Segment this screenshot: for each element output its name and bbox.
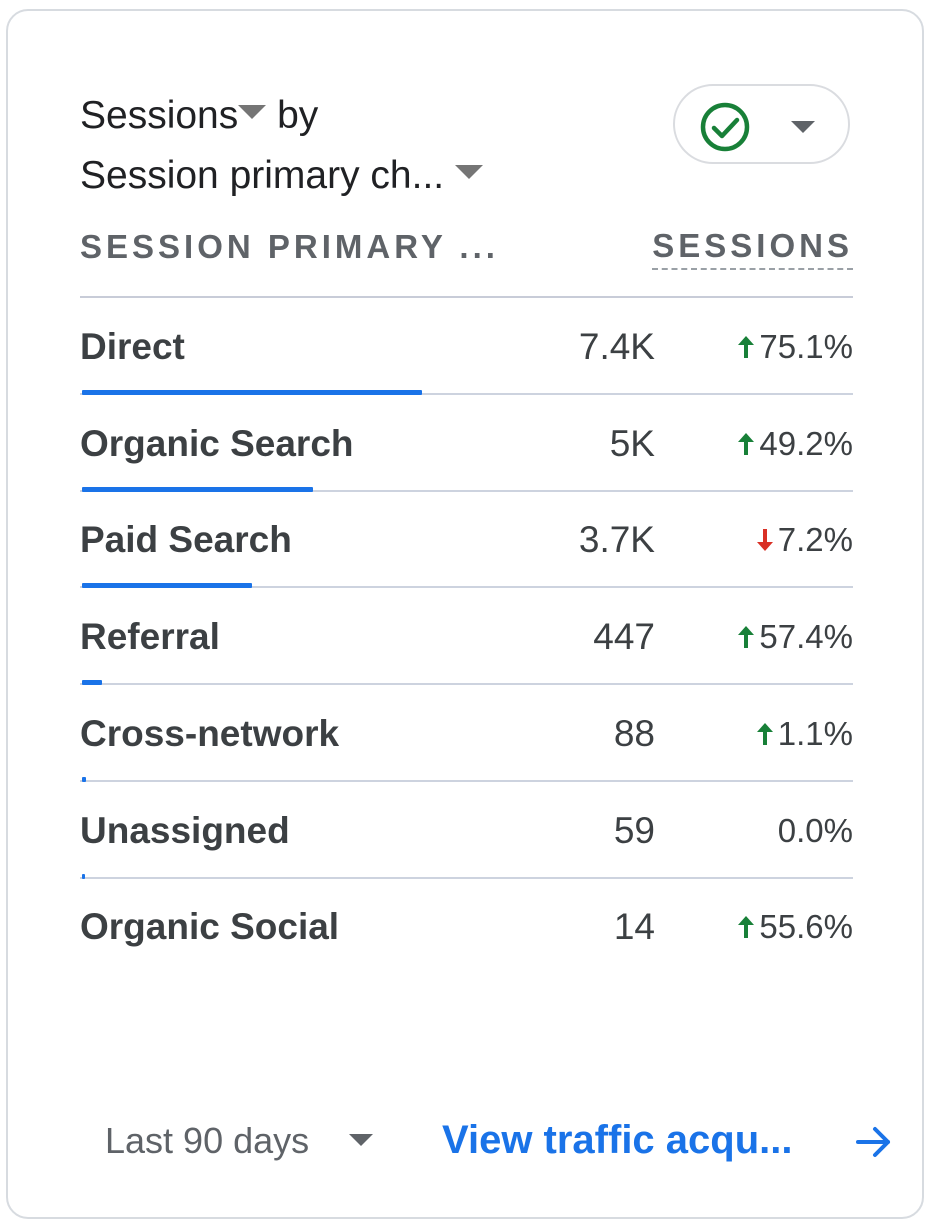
table-row[interactable]: Paid Search 3.7K 7.2% [80, 491, 853, 589]
row-value: 14 [613, 906, 655, 948]
row-change-value: 7.2% [777, 521, 853, 559]
row-value: 447 [593, 616, 655, 658]
date-range-selector[interactable]: Last 90 days [105, 1120, 374, 1162]
dimension-dropdown-icon [454, 164, 483, 179]
row-label: Referral [80, 616, 220, 658]
chip-dropdown-icon [791, 121, 815, 133]
metric-dropdown-icon [238, 104, 267, 119]
table-row[interactable]: Organic Search 5K 49.2% [80, 395, 853, 492]
dimension-label: Session primary ch... [80, 154, 445, 197]
date-range-dropdown-icon [349, 1134, 374, 1147]
metric-label: Sessions [80, 94, 239, 137]
row-change-value: 55.6% [759, 908, 853, 946]
table-row[interactable]: Direct 7.4K 75.1% [80, 298, 853, 395]
arrow-up-icon [738, 336, 755, 358]
dimension-selector[interactable]: Session primary ch... [80, 146, 483, 206]
view-traffic-acquisition-link[interactable]: View traffic acqu... [442, 1118, 793, 1163]
row-value: 5K [609, 422, 655, 464]
check-circle-icon [699, 101, 751, 158]
row-change-value: 0.0% [777, 811, 853, 849]
title-by: by [277, 94, 319, 137]
row-value: 3.7K [578, 519, 655, 561]
row-change: 0.0% [778, 812, 853, 850]
arrow-right-icon[interactable] [854, 1122, 894, 1167]
row-change-value: 49.2% [759, 424, 853, 462]
row-change: 7.2% [754, 521, 853, 559]
row-change: 75.1% [735, 328, 853, 366]
row-label: Direct [80, 326, 185, 367]
arrow-down-icon [756, 529, 773, 552]
metric-selector[interactable]: Sessions [80, 94, 267, 137]
row-change-value: 57.4% [759, 618, 853, 656]
table-row[interactable]: Organic Social 14 55.6% [80, 878, 853, 975]
row-change: 1.1% [754, 715, 853, 753]
row-label: Paid Search [80, 519, 292, 561]
row-change-value: 1.1% [777, 714, 853, 752]
compare-chip[interactable] [673, 84, 850, 164]
arrow-up-icon [756, 722, 773, 745]
table-row[interactable]: Referral 447 57.4% [80, 588, 853, 686]
card-title: Sessions by Session primary ch... [80, 86, 483, 206]
arrow-up-icon [738, 626, 755, 649]
row-change-value: 75.1% [759, 328, 853, 365]
arrow-up-icon [738, 432, 755, 455]
column-header-dimension[interactable]: SESSION PRIMARY ... [80, 228, 499, 266]
row-label: Organic Social [80, 906, 340, 948]
arrow-up-icon [738, 916, 755, 939]
row-change: 57.4% [735, 618, 853, 656]
row-change: 49.2% [735, 425, 853, 463]
row-label: Unassigned [80, 809, 290, 851]
row-value: 7.4K [578, 326, 655, 367]
date-range-label: Last 90 days [105, 1120, 310, 1161]
table-row[interactable]: Cross-network 88 1.1% [80, 685, 853, 782]
row-value: 59 [613, 809, 655, 851]
column-header-sessions[interactable]: SESSIONS [652, 228, 853, 270]
row-label: Cross-network [80, 712, 340, 754]
row-label: Organic Search [80, 422, 354, 464]
row-value: 88 [613, 712, 655, 754]
row-change: 55.6% [735, 908, 853, 946]
table-row[interactable]: Unassigned 59 0.0% [80, 782, 853, 879]
